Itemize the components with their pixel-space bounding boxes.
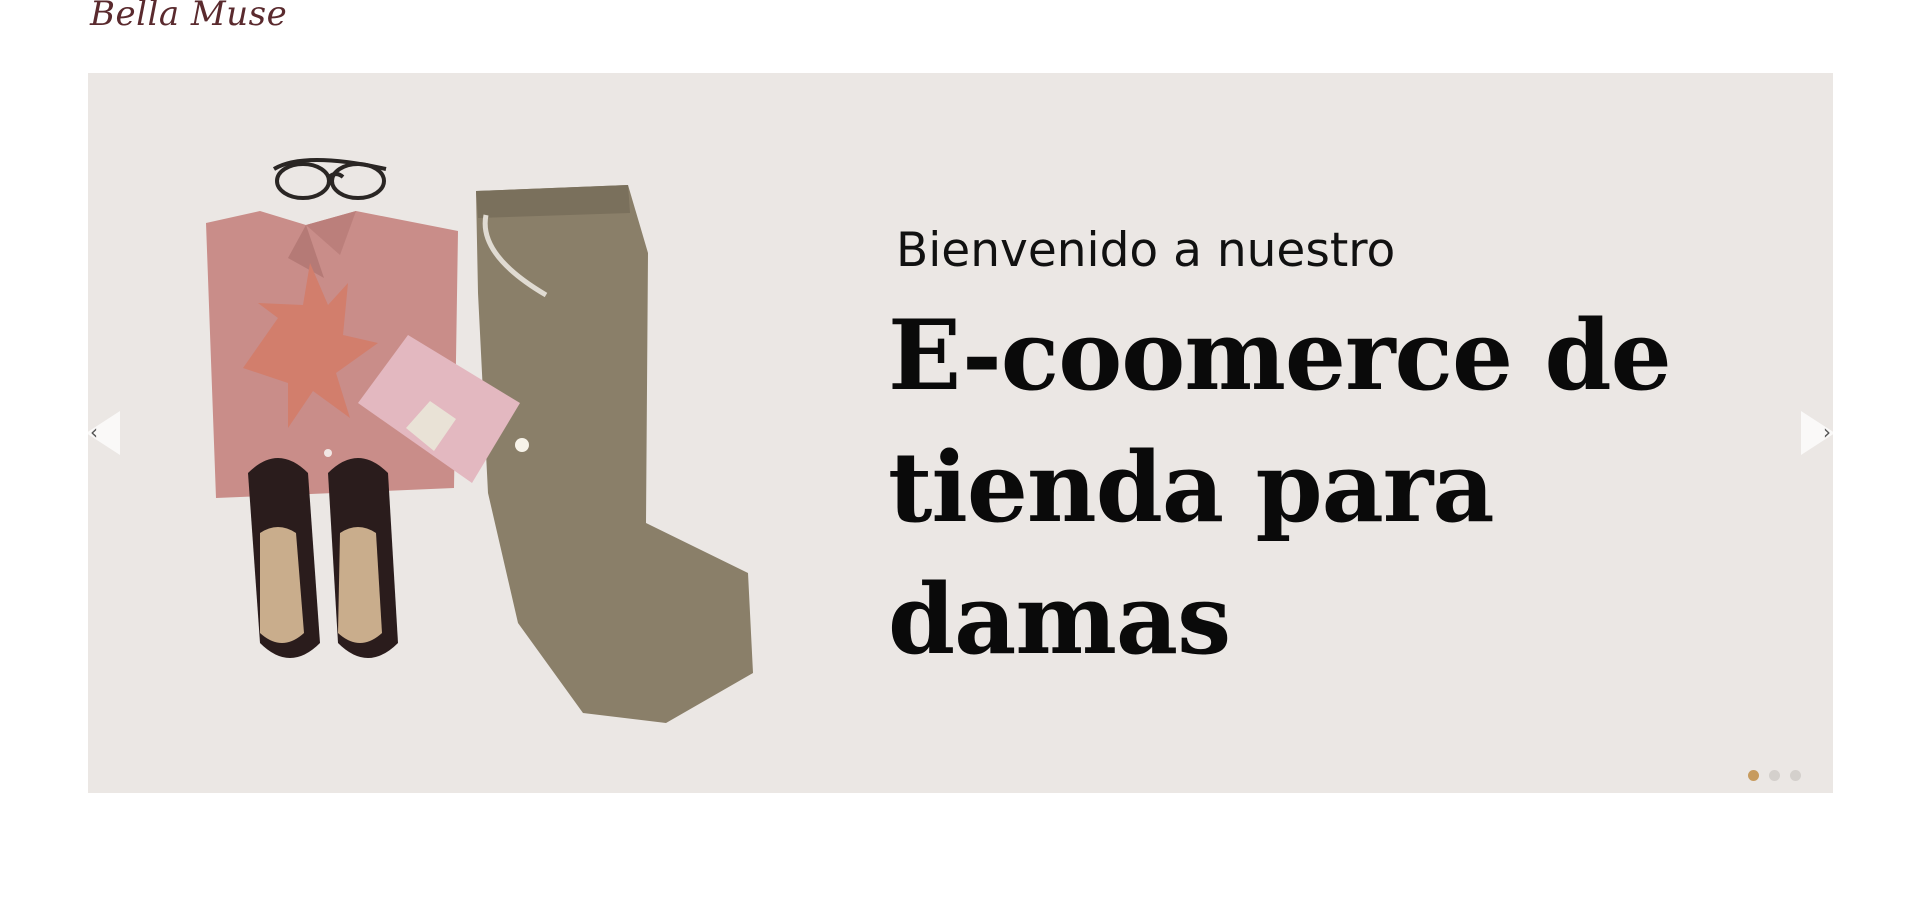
carousel-dot-2[interactable] xyxy=(1769,770,1780,781)
glasses-illustration xyxy=(272,158,387,200)
brand-logo[interactable]: Bella Muse xyxy=(90,0,287,34)
site-header: Bella Muse xyxy=(0,0,1920,60)
carousel-indicators xyxy=(1748,770,1801,781)
hero-product-image xyxy=(206,158,753,723)
hero-title-line-1: E-coomerce de xyxy=(888,299,1672,412)
pants-illustration xyxy=(476,185,753,723)
hero-text-block: Bienvenido a nuestro E-coomerce de tiend… xyxy=(888,223,1788,686)
carousel-dot-1[interactable] xyxy=(1748,770,1759,781)
carousel-dot-3[interactable] xyxy=(1790,770,1801,781)
hero-carousel: Bienvenido a nuestro E-coomerce de tiend… xyxy=(88,73,1833,793)
carousel-next-button[interactable]: › xyxy=(1801,411,1833,455)
hero-title-line-3: damas xyxy=(888,563,1231,676)
hero-title-line-2: tienda para xyxy=(888,431,1495,544)
chevron-right-icon: › xyxy=(1823,420,1831,444)
hero-subtitle: Bienvenido a nuestro xyxy=(896,223,1396,278)
